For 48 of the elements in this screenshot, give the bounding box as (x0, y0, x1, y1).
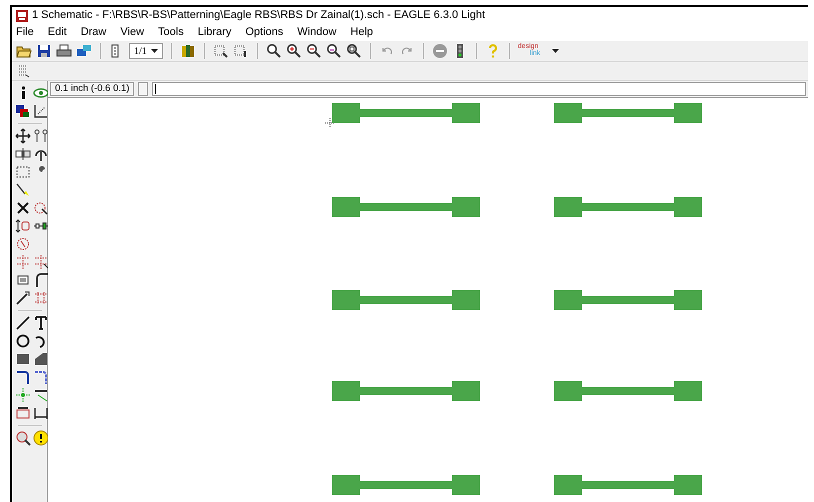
move-icon[interactable] (14, 128, 30, 144)
grid-icon[interactable] (16, 63, 32, 79)
copy-parts-icon[interactable] (32, 128, 48, 144)
menu-item[interactable]: Window (297, 24, 336, 41)
highlighter-icon[interactable] (14, 182, 30, 198)
caret-icon[interactable] (552, 49, 559, 53)
origin-cross-icon (325, 118, 335, 128)
menu-item[interactable]: File (16, 24, 34, 41)
save-icon[interactable] (36, 43, 52, 59)
printer-icon[interactable] (56, 43, 72, 59)
erc-check-icon[interactable] (14, 430, 30, 446)
text-tool-icon[interactable] (32, 315, 48, 331)
menu-item[interactable]: Draw (80, 24, 106, 41)
bus-tool-icon[interactable] (14, 369, 30, 385)
group-select-icon[interactable] (14, 164, 30, 180)
add-part-icon[interactable] (32, 200, 48, 216)
stop-sign-icon[interactable] (432, 43, 448, 59)
line-tool-icon[interactable] (14, 315, 30, 331)
split-wire-icon[interactable] (14, 290, 30, 306)
pin-swap-icon[interactable] (14, 218, 30, 234)
warning-icon[interactable] (32, 430, 48, 446)
menu-item[interactable]: Library (198, 24, 232, 41)
zoom-out-icon[interactable] (306, 43, 322, 59)
window-title: 1 Schematic - F:\RBS\R-BS\Patterning\Eagle RBS\RBS Dr Zainal(1).sch - EAGLE 6.3.0 Light (32, 8, 486, 24)
circle-tool-icon[interactable] (14, 333, 30, 349)
menu-item[interactable]: Help (350, 24, 374, 41)
menu-item[interactable]: Options (245, 24, 284, 41)
app-icon (16, 10, 28, 22)
grid-coordinates: 0.1 inch (-0.6 0.1) (50, 82, 134, 96)
zoom-redraw-icon[interactable] (326, 43, 342, 59)
sheet-select[interactable]: 1/1 (129, 43, 163, 59)
net-tool-icon[interactable] (32, 369, 48, 385)
layers-icon[interactable] (14, 103, 30, 119)
zoom-in-icon[interactable] (286, 43, 302, 59)
zoom-fit-icon[interactable] (266, 43, 282, 59)
menu-item[interactable]: Tools (158, 24, 184, 41)
delete-cross-icon[interactable] (14, 200, 30, 216)
mirror-icon[interactable] (14, 146, 30, 162)
polygon-tool-icon[interactable] (32, 351, 48, 367)
menu-item[interactable]: Edit (48, 24, 67, 41)
library-books-icon[interactable] (180, 43, 196, 59)
dimension-icon[interactable] (32, 405, 48, 421)
command-input[interactable] (152, 82, 806, 96)
zoom-area-icon[interactable] (346, 43, 362, 59)
menu-item[interactable]: View (120, 24, 144, 41)
measure-icon[interactable] (32, 103, 48, 119)
caret-icon (150, 49, 158, 53)
rectangle-tool-icon[interactable] (14, 351, 30, 367)
